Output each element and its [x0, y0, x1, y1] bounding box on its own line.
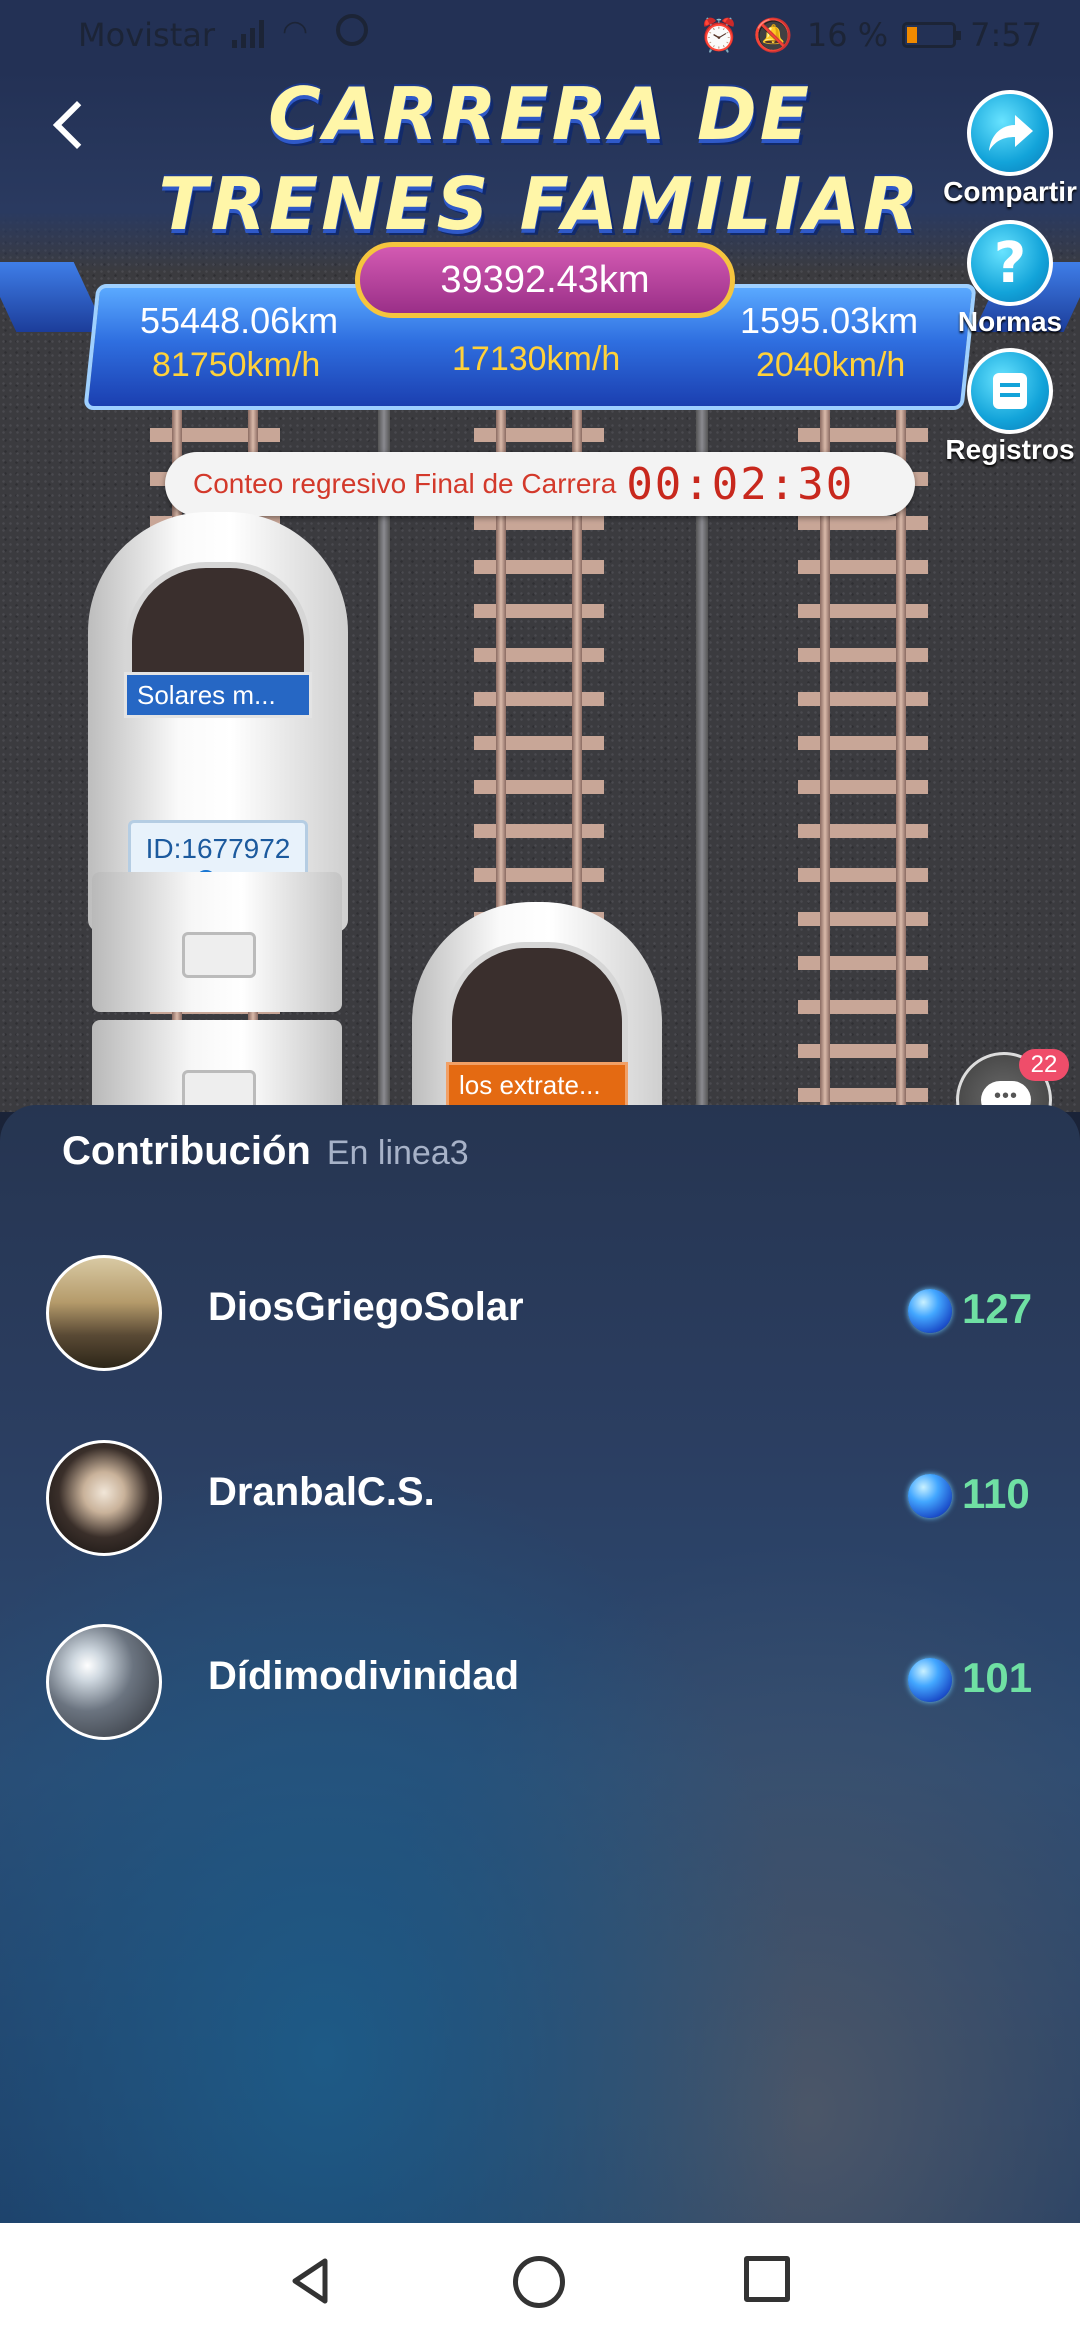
- back-arrow-icon[interactable]: [40, 94, 100, 154]
- center-speed: 17130km/h: [452, 340, 621, 378]
- alarm-icon: ⏰: [699, 16, 739, 54]
- mute-icon: 🔕: [753, 16, 793, 54]
- train-windshield: [446, 942, 628, 1082]
- race-board: CARRERA DE TRENES FAMILIAR 55448.06km 81…: [0, 72, 1080, 1112]
- nav-back-icon[interactable]: [285, 2255, 337, 2307]
- member-name: DiosGriegoSolar: [208, 1285, 524, 1329]
- carrier-name: Movistar: [78, 16, 215, 54]
- question-icon: ?: [967, 220, 1053, 306]
- contribution-title: Contribución: [62, 1129, 311, 1173]
- chat-button[interactable]: 22: [956, 1049, 1069, 1112]
- online-count: En linea3: [326, 1134, 469, 1172]
- signal-icon: [232, 20, 264, 48]
- train-car: [92, 1020, 342, 1112]
- avatar: [46, 1255, 162, 1371]
- share-label: Compartir: [943, 176, 1077, 207]
- rules-label: Normas: [957, 306, 1063, 337]
- page-title-line1: CARRERA DE: [268, 72, 812, 156]
- chat-unread-badge: 22: [1019, 1049, 1069, 1081]
- share-arrow-icon: [967, 90, 1053, 176]
- records-button[interactable]: Registros: [940, 348, 1080, 466]
- status-bar: Movistar ◠ ⏰ 🔕 16 % 7:57: [0, 0, 1080, 72]
- left-train-id: ID:1677972: [145, 833, 291, 864]
- battery-icon: [902, 22, 962, 48]
- contribution-panel: Contribución En linea3 DiosGriegoSolar 1…: [0, 1105, 1080, 2223]
- gem-icon: [908, 1474, 952, 1518]
- center-distance-pill: 39392.43km: [355, 242, 735, 318]
- right-distance: 1595.03km: [740, 300, 919, 341]
- share-button[interactable]: Compartir: [940, 90, 1080, 208]
- wifi-icon: ◠: [282, 14, 309, 49]
- left-distance: 55448.06km: [140, 300, 339, 341]
- records-icon: [967, 348, 1053, 434]
- list-item[interactable]: DiosGriegoSolar 127: [0, 1245, 1080, 1375]
- battery-percent: 16 %: [806, 16, 889, 54]
- list-item[interactable]: DranbalC.S. 110: [0, 1430, 1080, 1560]
- countdown-label: Conteo regresivo Final de Carrera: [193, 468, 617, 499]
- contribution-value: 127: [962, 1285, 1033, 1332]
- contribution-value: 101: [962, 1654, 1033, 1701]
- left-train-label: Solares m...: [124, 672, 312, 718]
- right-speed: 2040km/h: [756, 346, 906, 384]
- train-car: [92, 872, 342, 1012]
- center-train-label: los extrate...: [446, 1062, 628, 1108]
- nav-home-icon[interactable]: [513, 2256, 565, 2308]
- gem-icon: [908, 1658, 952, 1702]
- left-speed: 81750km/h: [152, 346, 321, 384]
- countdown-banner: Conteo regresivo Final de Carrera 00:02:…: [165, 452, 915, 516]
- list-item[interactable]: Dídimodivinidad 101: [0, 1614, 1080, 1744]
- clock: 7:57: [970, 16, 1042, 54]
- avatar: [46, 1624, 162, 1740]
- system-nav-bar: [0, 2223, 1080, 2340]
- nav-recents-icon[interactable]: [744, 2256, 790, 2302]
- rules-button[interactable]: ? Normas: [940, 220, 1080, 338]
- page-title-line2: TRENES FAMILIAR: [158, 162, 922, 246]
- avatar: [46, 1440, 162, 1556]
- gem-icon: [908, 1289, 952, 1333]
- member-name: DranbalC.S.: [208, 1470, 435, 1514]
- member-name: Dídimodivinidad: [208, 1654, 520, 1698]
- whatsapp-icon: [336, 14, 368, 46]
- countdown-timer: 00:02:30: [626, 458, 855, 510]
- contribution-value: 110: [962, 1470, 1030, 1517]
- records-label: Registros: [945, 434, 1075, 465]
